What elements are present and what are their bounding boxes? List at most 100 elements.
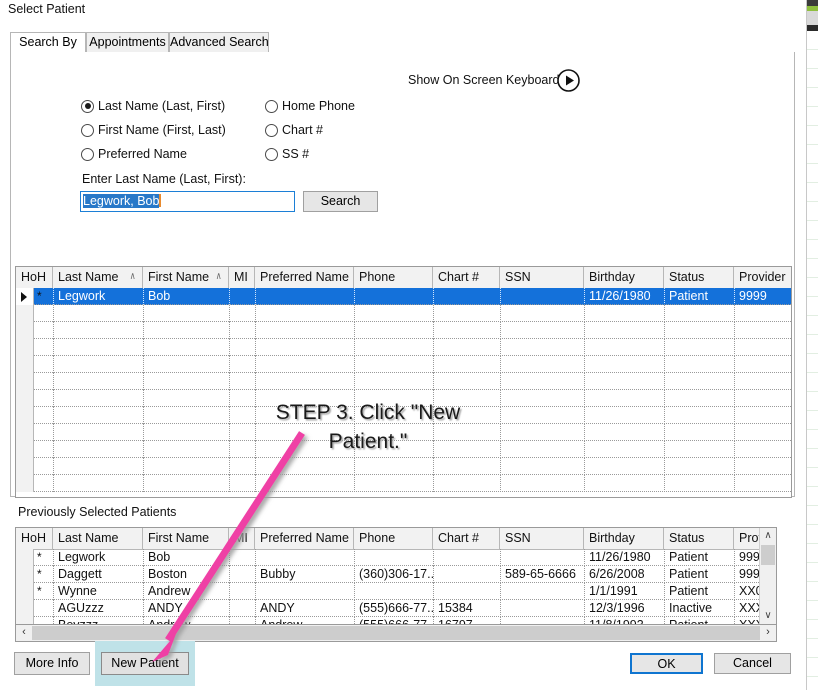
row-selector[interactable] xyxy=(16,600,34,617)
row-selector[interactable] xyxy=(16,458,34,475)
row-selector[interactable] xyxy=(16,475,34,492)
cell-chart xyxy=(433,583,500,600)
chevron-left-icon[interactable]: ‹ xyxy=(16,625,32,640)
column-header-chart[interactable]: Chart # xyxy=(433,267,500,288)
column-header-provider[interactable]: Provider xyxy=(734,267,792,288)
row-selector[interactable] xyxy=(16,356,34,373)
cell-divider xyxy=(143,390,144,407)
column-header-preferred-name[interactable]: Preferred Name xyxy=(255,267,354,288)
column-header-ssn[interactable]: SSN xyxy=(500,267,584,288)
cell-divider xyxy=(53,305,54,322)
table-row[interactable] xyxy=(16,356,791,373)
ok-button[interactable]: OK xyxy=(630,653,703,674)
column-header-status[interactable]: Status xyxy=(664,528,734,549)
chevron-right-icon[interactable]: › xyxy=(760,625,776,640)
cell-birthday: 11/26/1980 xyxy=(584,549,664,566)
table-row[interactable]: *DaggettBostonBubby(360)306-17...589-65-… xyxy=(16,566,762,583)
chevron-up-icon[interactable]: ∧ xyxy=(760,528,776,544)
table-row[interactable]: AGUzzzANDYANDY(555)666-77...1538412/3/19… xyxy=(16,600,762,617)
radio-preferred-name[interactable]: Preferred Name xyxy=(81,147,187,161)
radio-last-name[interactable]: Last Name (Last, First) xyxy=(81,99,225,113)
column-header-mi[interactable]: MI xyxy=(229,528,255,549)
chevron-down-icon[interactable]: ∨ xyxy=(760,608,776,624)
row-selector[interactable] xyxy=(16,373,34,390)
row-selector[interactable] xyxy=(16,305,34,322)
search-button[interactable]: Search xyxy=(303,191,378,212)
column-header-mi[interactable]: MI xyxy=(229,267,255,288)
previously-selected-vscrollbar[interactable]: ∧ ∨ xyxy=(759,528,776,624)
select-patient-dialog: Select Patient Search By Appointments Ad… xyxy=(0,0,818,690)
column-header-label: HoH xyxy=(21,270,46,284)
tab-search-by[interactable]: Search By xyxy=(10,32,86,53)
previously-selected-body[interactable]: *LegworkBob11/26/1980Patient9999*Daggett… xyxy=(16,549,762,624)
radio-first-name[interactable]: First Name (First, Last) xyxy=(81,123,226,137)
table-row[interactable] xyxy=(16,475,791,492)
vscroll-thumb[interactable] xyxy=(761,545,775,565)
column-header-preferred-name[interactable]: Preferred Name xyxy=(255,528,354,549)
search-input[interactable]: Legwork, Bob xyxy=(80,191,295,212)
radio-chart-number[interactable]: Chart # xyxy=(265,123,323,137)
column-header-birthday[interactable]: Birthday xyxy=(584,528,664,549)
cell-ssn xyxy=(500,600,584,617)
cell-divider xyxy=(229,441,230,458)
table-row[interactable] xyxy=(16,458,791,475)
radio-ss-number[interactable]: SS # xyxy=(265,147,309,161)
row-selector[interactable] xyxy=(16,566,34,583)
column-header-birthday[interactable]: Birthday xyxy=(584,267,664,288)
column-header-ssn[interactable]: SSN xyxy=(500,528,584,549)
row-selector[interactable] xyxy=(16,288,34,305)
play-circle-icon[interactable] xyxy=(556,68,581,93)
row-selector[interactable] xyxy=(16,617,34,625)
tab-advanced-search[interactable]: Advanced Search xyxy=(169,32,269,53)
tab-appointments-label: Appointments xyxy=(89,35,165,49)
row-selector[interactable] xyxy=(16,407,34,424)
table-row[interactable] xyxy=(16,322,791,339)
table-row[interactable]: BevzzzAndrewAndrew(555)666-77...1679711/… xyxy=(16,617,762,625)
sort-ascending-icon: ∧ xyxy=(215,267,221,287)
table-row[interactable] xyxy=(16,339,791,356)
column-header-status[interactable]: Status xyxy=(664,267,734,288)
hscroll-thumb[interactable] xyxy=(32,626,760,640)
column-header-chart[interactable]: Chart # xyxy=(433,528,500,549)
row-selector[interactable] xyxy=(16,583,34,600)
cancel-button[interactable]: Cancel xyxy=(714,653,791,674)
new-patient-button[interactable]: New Patient xyxy=(101,652,189,675)
cell-divider xyxy=(500,407,501,424)
column-header-phone[interactable]: Phone xyxy=(354,528,433,549)
text-caret xyxy=(159,194,161,207)
table-row[interactable] xyxy=(16,305,791,322)
row-selector[interactable] xyxy=(16,390,34,407)
table-row[interactable]: *WynneAndrew1/1/1991PatientXX01 xyxy=(16,583,762,600)
column-header-last-name[interactable]: Last Name xyxy=(53,528,143,549)
search-results-grid[interactable]: HoH Last Name∧First Name∧MIPreferred Name… xyxy=(15,266,792,498)
tab-appointments[interactable]: Appointments xyxy=(86,32,169,53)
radio-home-phone-indicator xyxy=(265,100,278,113)
column-header-hoh[interactable]: HoH xyxy=(16,528,53,549)
table-row[interactable]: *LegworkBob11/26/1980Patient9999 xyxy=(16,549,762,566)
column-header-first-name[interactable]: First Name xyxy=(143,528,229,549)
cell-divider xyxy=(433,475,434,492)
row-selector[interactable] xyxy=(16,441,34,458)
cell-divider xyxy=(354,356,355,373)
row-selector[interactable] xyxy=(16,339,34,356)
previously-selected-hscrollbar[interactable]: ‹ › xyxy=(15,625,777,642)
cell-divider xyxy=(229,475,230,492)
search-results-body[interactable]: *LegworkBob11/26/1980Patient9999 xyxy=(16,288,791,497)
column-header-hoh[interactable]: HoH xyxy=(16,267,53,288)
column-header-last-name[interactable]: Last Name∧ xyxy=(53,267,143,288)
previously-selected-grid[interactable]: HoHLast NameFirst NameMIPreferred NamePh… xyxy=(15,527,777,625)
table-row[interactable] xyxy=(16,373,791,390)
cell-first-name: Andrew xyxy=(143,617,229,625)
row-selector[interactable] xyxy=(16,424,34,441)
cell-mi xyxy=(229,583,255,600)
more-info-button[interactable]: More Info xyxy=(14,652,90,675)
column-header-first-name[interactable]: First Name∧ xyxy=(143,267,229,288)
row-selector[interactable] xyxy=(16,322,34,339)
column-header-phone[interactable]: Phone xyxy=(354,267,433,288)
radio-home-phone[interactable]: Home Phone xyxy=(265,99,355,113)
table-row[interactable]: *LegworkBob11/26/1980Patient9999 xyxy=(16,288,791,305)
cell-first-name: Bob xyxy=(143,288,229,305)
row-selector[interactable] xyxy=(16,549,34,566)
cell-birthday: 1/1/1991 xyxy=(584,583,664,600)
head-of-household-asterisk: * xyxy=(37,568,42,580)
